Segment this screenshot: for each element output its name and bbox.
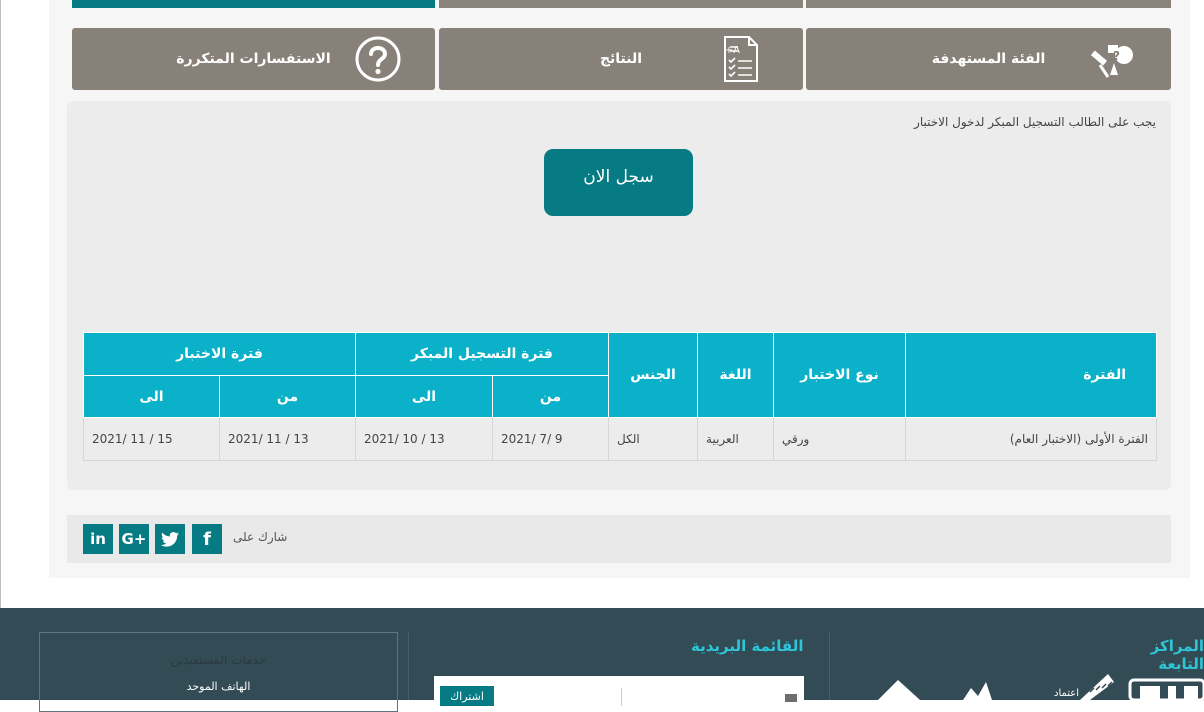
google-plus-icon: G+	[121, 530, 147, 548]
google-plus-button[interactable]: G+	[119, 524, 149, 554]
tab-target-label: الفئة المستهدفة	[931, 51, 1046, 67]
input-separator	[621, 688, 622, 706]
header-test-type: نوع الاختبار	[773, 332, 907, 418]
tab-strip[interactable]	[806, 0, 1171, 8]
question-icon	[354, 35, 402, 87]
facebook-button[interactable]: f	[192, 524, 222, 554]
cell-period: الفترة الأولى (الاختبار العام)	[905, 417, 1158, 461]
header-test-from: من	[219, 375, 357, 418]
cell-language: العربية	[697, 417, 775, 461]
header-reg-from: من	[492, 375, 610, 418]
tab-strip[interactable]	[439, 0, 803, 8]
cell-reg-from: 9 /7 /2021	[492, 417, 610, 461]
page-left-rule	[0, 0, 1, 608]
linkedin-button[interactable]: in	[83, 524, 113, 554]
newsletter-form: اشتراك	[434, 676, 804, 706]
mail-icon	[785, 694, 797, 702]
svg-text:?: ?	[1113, 49, 1120, 63]
header-test-to: الى	[82, 375, 221, 418]
checklist-icon: A+	[721, 35, 761, 87]
newsletter-title: القائمة البريدية	[691, 637, 804, 655]
tab-faq[interactable]: الاستفسارات المتكررة	[72, 28, 435, 90]
tab-results-label: النتائج	[599, 51, 643, 67]
schedule-table: الفترة نوع الاختبار اللغة الجنس فترة الت…	[82, 332, 1158, 461]
cell-test-type: ورقي	[773, 417, 907, 461]
cell-test-from: 13 / 11 /2021	[219, 417, 357, 461]
target-group-icon: ?	[1088, 35, 1138, 87]
twitter-icon	[161, 531, 179, 547]
cell-test-to: 15 / 11 /2021	[82, 417, 221, 461]
registration-notice: يجب على الطالب التسجيل المبكر لدخول الاخ…	[914, 115, 1156, 129]
header-reg-to: الى	[355, 375, 494, 418]
services-title: خدمات المستفيدين	[170, 653, 267, 667]
facebook-icon: f	[203, 528, 211, 550]
header-early-registration: فترة التسجيل المبكر	[355, 332, 610, 376]
subscribe-button[interactable]: اشتراك	[440, 686, 494, 706]
share-label: شارك على	[233, 530, 288, 544]
footer-divider	[408, 632, 409, 700]
tab-results[interactable]: النتائج A+	[439, 28, 803, 90]
footer-divider	[829, 632, 830, 700]
active-tab-strip[interactable]	[72, 0, 435, 8]
header-gender: الجنس	[608, 332, 699, 418]
table-row: الفترة الأولى (الاختبار العام) ورقي العر…	[82, 417, 1158, 461]
register-now-button[interactable]: سجل الان	[544, 149, 693, 216]
affiliated-centers-logos: اعتماد	[878, 674, 1204, 700]
beneficiary-services-box: خدمات المستفيدين الهاتف الموحد	[39, 632, 398, 712]
cell-gender: الكل	[608, 417, 699, 461]
share-bar: in G+ f شارك على	[67, 515, 1171, 563]
cell-reg-to: 13 / 10 /2021	[355, 417, 494, 461]
linkedin-icon: in	[90, 530, 106, 548]
header-language: اللغة	[697, 332, 775, 418]
twitter-button[interactable]	[155, 524, 185, 554]
logo-text: اعتماد	[1054, 688, 1079, 699]
header-period: الفترة	[905, 332, 1158, 418]
svg-text:A+: A+	[725, 45, 740, 56]
tab-target-group[interactable]: الفئة المستهدفة ?	[806, 28, 1171, 90]
tab-faq-label: الاستفسارات المتكررة	[176, 51, 331, 67]
header-test-period: فترة الاختبار	[82, 332, 357, 376]
unified-phone-link[interactable]: الهاتف الموحد	[40, 680, 397, 693]
